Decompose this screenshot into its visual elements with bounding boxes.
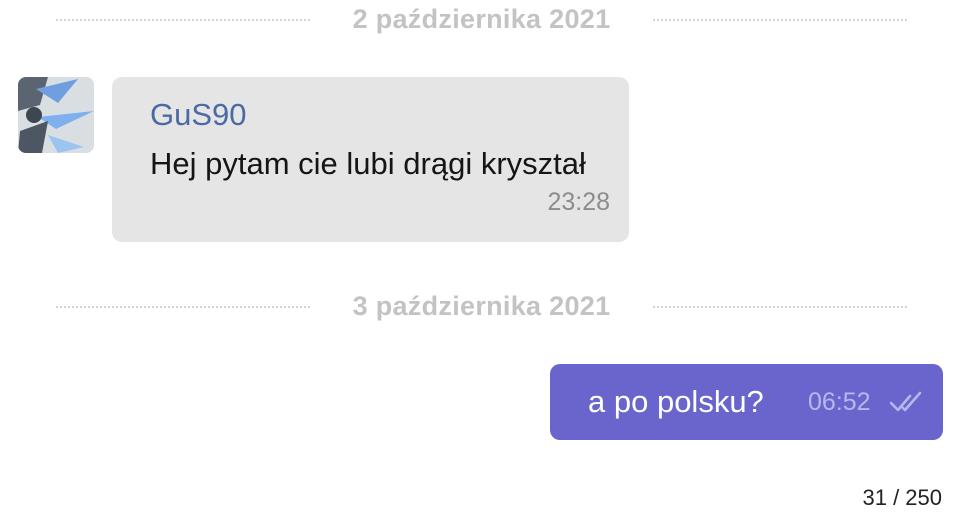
divider-line: [56, 306, 310, 308]
message-time: 06:52: [808, 388, 871, 416]
avatar-image: [18, 77, 94, 153]
sender-name[interactable]: GuS90: [150, 97, 247, 133]
message-time: 23:28: [547, 188, 610, 216]
message-text: a po polsku?: [588, 384, 764, 419]
divider-line: [56, 19, 310, 21]
incoming-message-bubble[interactable]: GuS90 Hej pytam cie lubi drągi kryształ …: [112, 77, 629, 242]
divider-line: [653, 19, 907, 21]
date-separator: 2 października 2021: [0, 0, 960, 40]
date-separator: 3 października 2021: [0, 287, 960, 327]
double-check-icon: [890, 391, 922, 412]
message-counter: 31 / 250: [862, 485, 942, 510]
outgoing-message-bubble[interactable]: a po polsku? 06:52: [550, 364, 943, 440]
date-label: 2 października 2021: [352, 4, 611, 34]
avatar[interactable]: [18, 77, 94, 153]
divider-line: [653, 306, 907, 308]
message-text: Hej pytam cie lubi drągi kryształ: [150, 146, 586, 181]
date-label: 3 października 2021: [352, 291, 611, 321]
